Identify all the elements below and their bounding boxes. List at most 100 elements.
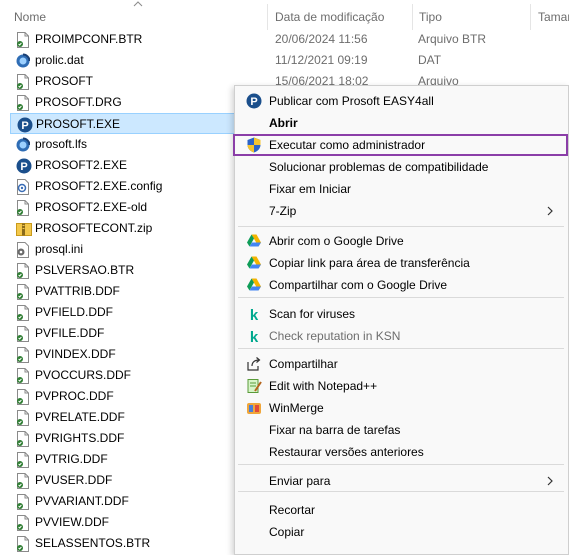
- menu-item-scan-viruses[interactable]: k Scan for viruses: [235, 303, 568, 325]
- file-name: PROSOFT2.EXE-old: [35, 200, 148, 214]
- file-row[interactable]: PVPROC.DDF: [10, 386, 236, 407]
- file-name: PVINDEX.DDF: [35, 347, 116, 361]
- menu-item-label: Compartilhar com o Google Drive: [269, 278, 448, 292]
- menu-item-check-reputation: k Check reputation in KSN: [235, 325, 568, 347]
- menu-item-send-to[interactable]: Enviar para: [235, 470, 568, 492]
- menu-item-share-google-drive[interactable]: Compartilhar com o Google Drive: [235, 274, 568, 296]
- file-row[interactable]: PVVIEW.DDF: [10, 512, 236, 533]
- kaspersky-icon: k: [246, 306, 262, 324]
- column-divider[interactable]: [412, 4, 413, 30]
- menu-item-7zip[interactable]: 7-Zip: [235, 200, 568, 222]
- file-row[interactable]: PVOCCURS.DDF: [10, 365, 236, 386]
- file-name: PROIMPCONF.BTR: [35, 32, 143, 46]
- file-name: PSLVERSAO.BTR: [35, 263, 135, 277]
- file-name: PVFIELD.DDF: [35, 305, 114, 319]
- document-icon: [16, 95, 30, 111]
- document-icon: [16, 536, 30, 552]
- file-row[interactable]: PROSOFT.DRG: [10, 92, 236, 113]
- menu-item-copy-link[interactable]: Copiar link para área de transferência: [235, 252, 568, 274]
- menu-item-label: Recortar: [269, 503, 316, 517]
- file-name: PVUSER.DDF: [35, 473, 113, 487]
- uac-shield-icon: [246, 137, 262, 153]
- file-row[interactable]: PVFIELD.DDF: [10, 302, 236, 323]
- svg-text:P: P: [250, 96, 257, 108]
- file-name: PROSOFT.EXE: [36, 117, 121, 131]
- menu-item-pin-start[interactable]: Fixar em Iniciar: [235, 178, 568, 200]
- menu-item-label: Abrir com o Google Drive: [269, 234, 404, 248]
- column-divider[interactable]: [267, 4, 268, 30]
- ini-file-icon: [16, 242, 30, 258]
- document-icon: [16, 515, 30, 531]
- menu-item-label: Copiar link para área de transferência: [269, 256, 470, 270]
- column-size-header[interactable]: Tamar: [538, 10, 569, 24]
- column-name-header[interactable]: Nome: [14, 10, 46, 24]
- file-name: prolic.dat: [35, 53, 84, 67]
- menu-item-copy[interactable]: Copiar: [235, 521, 568, 543]
- google-drive-icon: [246, 233, 262, 249]
- prosoft-app-icon: P: [16, 158, 32, 174]
- document-icon: [16, 410, 30, 426]
- column-type-header[interactable]: Tipo: [419, 10, 442, 24]
- svg-text:k: k: [250, 329, 259, 344]
- notepadpp-icon: [246, 378, 262, 394]
- file-row[interactable]: PROIMPCONF.BTR: [10, 29, 236, 50]
- document-icon: [16, 32, 30, 48]
- file-row[interactable]: prolic.dat: [10, 50, 236, 71]
- file-name: PVRIGHTS.DDF: [35, 431, 125, 445]
- menu-item-open[interactable]: Abrir: [235, 112, 568, 134]
- column-date-header[interactable]: Data de modificação: [275, 10, 384, 24]
- prosoft-app-icon: P: [246, 93, 262, 109]
- file-name: PVOCCURS.DDF: [35, 368, 132, 382]
- menu-item-open-google-drive[interactable]: Abrir com o Google Drive: [235, 230, 568, 252]
- menu-separator: [238, 348, 564, 349]
- file-row[interactable]: PROSOFT2.EXE.config: [10, 176, 236, 197]
- file-row[interactable]: PVFILE.DDF: [10, 323, 236, 344]
- context-menu: P Publicar com Prosoft EASY4all Abrir Execu…: [233, 85, 569, 555]
- file-row[interactable]: PVRIGHTS.DDF: [10, 428, 236, 449]
- config-file-icon: [16, 179, 30, 195]
- menu-item-winmerge[interactable]: WinMerge: [235, 397, 568, 419]
- file-name: PVTRIG.DDF: [35, 452, 108, 466]
- menu-item-run-as-admin[interactable]: Executar como administrador: [233, 134, 568, 156]
- document-icon: [16, 431, 30, 447]
- column-divider[interactable]: [530, 4, 531, 30]
- menu-item-cut[interactable]: Recortar: [235, 499, 568, 521]
- file-row[interactable]: PVATTRIB.DDF: [10, 281, 236, 302]
- file-row[interactable]: PSLVERSAO.BTR: [10, 260, 236, 281]
- file-name: SELASSENTOS.BTR: [35, 536, 151, 550]
- menu-item-troubleshoot-compat[interactable]: Solucionar problemas de compatibilidade: [235, 156, 568, 178]
- menu-item-label: Edit with Notepad++: [269, 379, 378, 393]
- winmerge-icon: [246, 400, 262, 416]
- file-row[interactable]: PROSOFT2.EXE-old: [10, 197, 236, 218]
- file-row[interactable]: PVINDEX.DDF: [10, 344, 236, 365]
- file-row[interactable]: PVRELATE.DDF: [10, 407, 236, 428]
- file-row[interactable]: prosoft.lfs: [10, 134, 236, 155]
- file-name: PROSOFT.DRG: [35, 95, 122, 109]
- menu-item-share[interactable]: Compartilhar: [235, 353, 568, 375]
- file-row[interactable]: PVTRIG.DDF: [10, 449, 236, 470]
- file-row[interactable]: PVUSER.DDF: [10, 470, 236, 491]
- menu-item-publish-easy4all[interactable]: P Publicar com Prosoft EASY4all: [235, 90, 568, 112]
- file-row[interactable]: PVVARIANT.DDF: [10, 491, 236, 512]
- menu-item-label: Check reputation in KSN: [269, 329, 401, 343]
- document-icon: [16, 326, 30, 342]
- file-date: 11/12/2021 09:19: [275, 53, 368, 67]
- menu-separator: [238, 297, 564, 298]
- file-row[interactable]: P PROSOFT2.EXE: [10, 155, 236, 176]
- file-name: PVRELATE.DDF: [35, 410, 125, 424]
- document-icon: [16, 200, 30, 216]
- file-type: DAT: [418, 53, 442, 67]
- file-row[interactable]: prosql.ini: [10, 239, 236, 260]
- menu-item-restore-versions[interactable]: Restaurar versões anteriores: [235, 441, 568, 463]
- menu-item-edit-notepadpp[interactable]: Edit with Notepad++: [235, 375, 568, 397]
- file-row[interactable]: PROSOFTECONT.zip: [10, 218, 236, 239]
- document-icon: [16, 452, 30, 468]
- file-row[interactable]: P PROSOFT.EXE: [10, 113, 236, 134]
- file-name: PVATTRIB.DDF: [35, 284, 120, 298]
- prosoft-file-icon: [16, 137, 31, 153]
- menu-item-pin-taskbar[interactable]: Fixar na barra de tarefas: [235, 419, 568, 441]
- file-row[interactable]: PROSOFT: [10, 71, 236, 92]
- menu-item-label: Publicar com Prosoft EASY4all: [269, 94, 434, 108]
- document-icon: [16, 347, 30, 363]
- svg-text:P: P: [20, 161, 27, 173]
